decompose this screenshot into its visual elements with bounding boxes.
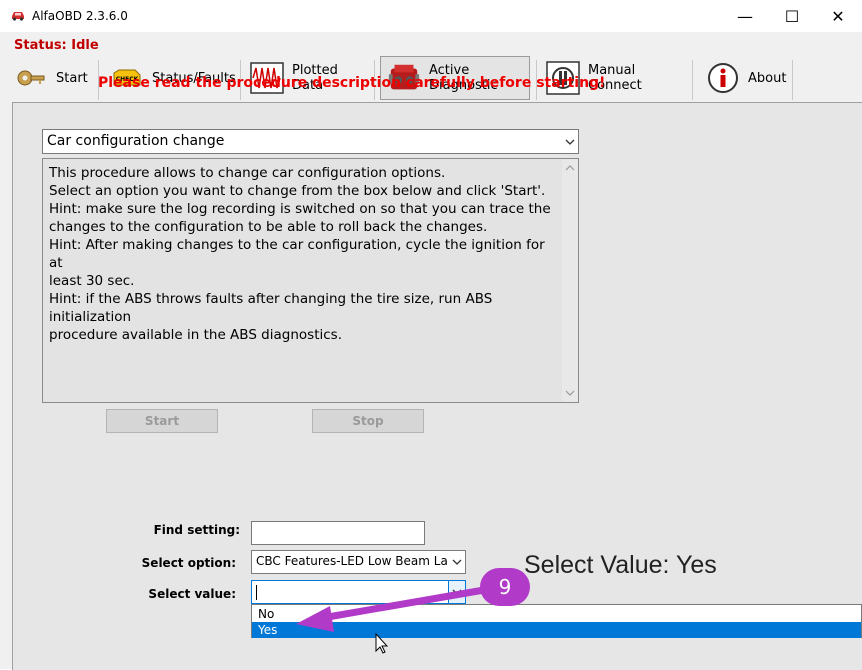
status-text: Status: Idle xyxy=(14,38,99,53)
select-value-dropdown-list: No Yes xyxy=(251,604,862,638)
car-app-icon xyxy=(12,12,24,21)
dropdown-option-yes[interactable]: Yes xyxy=(252,622,861,638)
description-scrollbar[interactable] xyxy=(562,159,578,402)
description-line: procedure available in the ABS diagnosti… xyxy=(49,327,342,343)
title-bar: AlfaOBD 2.3.6.0 — ☐ ✕ xyxy=(0,0,862,32)
select-value-combo[interactable] xyxy=(251,580,466,604)
chevron-down-icon xyxy=(448,581,465,603)
procedure-select[interactable]: Car configuration change xyxy=(42,129,579,154)
description-text: This procedure allows to change car conf… xyxy=(49,164,559,344)
dropdown-option-no[interactable]: No xyxy=(252,606,861,622)
description-line: least 30 sec. xyxy=(49,273,135,289)
select-option-label: Select option: xyxy=(141,556,236,570)
tutorial-annotation-text: Select Value: Yes xyxy=(524,551,717,579)
toolbar-separator xyxy=(692,60,693,100)
chevron-down-icon xyxy=(449,551,465,573)
toolbar-label: Start xyxy=(56,70,88,86)
toolbar-start-button[interactable]: Start xyxy=(14,56,96,100)
select-value-label: Select value: xyxy=(148,587,236,601)
toolbar-label: About xyxy=(748,70,787,86)
stop-button[interactable]: Stop xyxy=(312,409,424,433)
scroll-down-icon[interactable] xyxy=(565,390,575,396)
maximize-icon: ☐ xyxy=(784,6,800,26)
text-caret xyxy=(256,585,257,600)
procedure-description: This procedure allows to change car conf… xyxy=(42,158,579,403)
select-option-value: CBC Features-LED Low Beam Lamp xyxy=(256,554,448,568)
start-button[interactable]: Start xyxy=(106,409,218,433)
maximize-button[interactable]: ☐ xyxy=(769,0,815,32)
close-icon: ✕ xyxy=(831,6,845,26)
description-line: Hint: make sure the log recording is swi… xyxy=(49,201,551,217)
key-icon xyxy=(14,61,48,95)
minimize-button[interactable]: — xyxy=(722,0,768,32)
procedure-warning: Please read the procedure description ca… xyxy=(98,75,606,91)
window-title: AlfaOBD 2.3.6.0 xyxy=(32,9,128,23)
description-line: changes to the configuration to be able … xyxy=(49,219,488,235)
find-setting-label: Find setting: xyxy=(153,523,240,537)
minimize-icon: — xyxy=(737,6,753,26)
description-line: Hint: After making changes to the car co… xyxy=(49,237,545,271)
scroll-up-icon[interactable] xyxy=(565,165,575,171)
description-line: This procedure allows to change car conf… xyxy=(49,165,446,181)
select-option-combo[interactable]: CBC Features-LED Low Beam Lamp xyxy=(251,550,466,574)
find-setting-input[interactable] xyxy=(251,521,425,545)
chevron-down-icon xyxy=(562,130,578,153)
info-icon xyxy=(706,61,740,95)
step-number-badge: 9 xyxy=(480,568,530,606)
description-line: Hint: if the ABS throws faults after cha… xyxy=(49,291,493,325)
toolbar-separator xyxy=(792,60,793,100)
close-button[interactable]: ✕ xyxy=(815,0,861,32)
description-line: Select an option you want to change from… xyxy=(49,183,546,199)
procedure-select-value: Car configuration change xyxy=(47,133,225,149)
toolbar-about-button[interactable]: About xyxy=(706,56,790,100)
